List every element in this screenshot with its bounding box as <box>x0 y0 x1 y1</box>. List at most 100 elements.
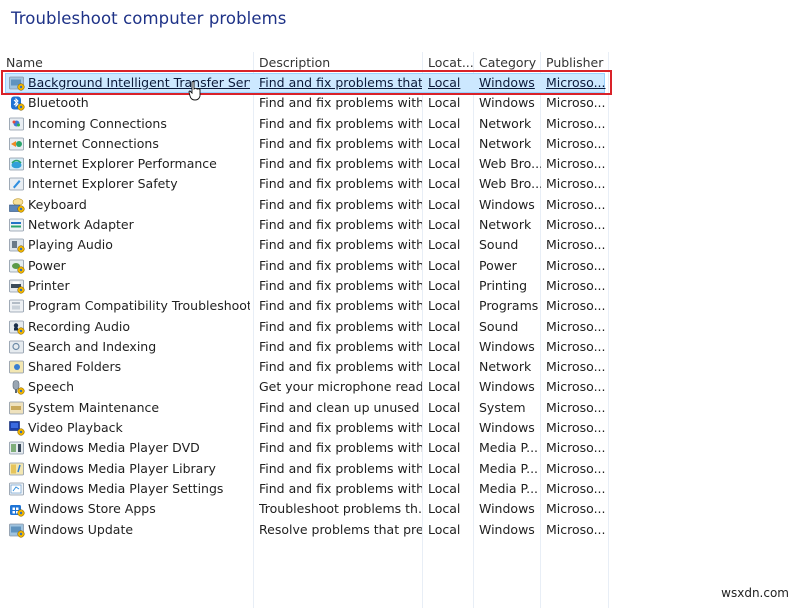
cell-name: Incoming Connections <box>28 115 167 131</box>
cell-name: Search and Indexing <box>28 338 157 354</box>
cell-location: Local <box>428 277 461 293</box>
cell-name: System Maintenance <box>28 399 160 415</box>
cell-location: Local <box>428 338 461 354</box>
cell-category: Media P... <box>479 440 539 456</box>
cell-category: Printing <box>479 277 528 293</box>
cell-publisher: Microso... <box>546 521 606 537</box>
table-row[interactable]: Playing Audio Find and fix problems with.… <box>0 235 610 255</box>
cell-name: Bluetooth <box>28 95 89 111</box>
column-header-name[interactable]: Name <box>6 55 43 70</box>
table-row[interactable]: Program Compatibility Troubleshooter Find… <box>0 296 610 316</box>
cell-description: Find and fix problems with... <box>259 176 422 192</box>
table-row[interactable]: System Maintenance Find and clean up unus… <box>0 398 610 418</box>
table-row[interactable]: Recording Audio Find and fix problems wit… <box>0 317 610 337</box>
table-row[interactable]: Internet Explorer Safety Find and fix pro… <box>0 174 610 194</box>
table-row[interactable]: Windows Media Player Library Find and fix… <box>0 459 610 479</box>
cell-location: Local <box>428 75 461 90</box>
table-row[interactable]: Windows Update Resolve problems that pre.… <box>0 520 610 540</box>
cell-name: Recording Audio <box>28 318 131 334</box>
cell-publisher: Microso... <box>546 298 606 314</box>
cell-description: Find and fix problems with... <box>259 338 422 354</box>
troubleshooter-list: Name Description Locat... Category Publi… <box>0 52 612 608</box>
table-row[interactable]: Incoming Connections Find and fix problem… <box>0 114 610 134</box>
table-row[interactable]: Search and Indexing Find and fix problems… <box>0 337 610 357</box>
cell-publisher: Microso... <box>546 156 606 172</box>
cell-description: Find and fix problems with... <box>259 257 422 273</box>
cell-category: Windows <box>479 95 535 111</box>
table-body: Background Intelligent Transfer Service F… <box>0 70 612 540</box>
program-compatibility-icon <box>9 299 25 314</box>
cell-publisher: Microso... <box>546 420 606 436</box>
wmp-settings-icon <box>9 482 25 497</box>
table-row[interactable]: Printer Find and fix problems with... Loca… <box>0 276 610 296</box>
cell-category: Web Bro... <box>479 176 541 192</box>
cell-description: Find and fix problems with... <box>259 277 422 293</box>
column-header-category[interactable]: Category <box>479 55 536 70</box>
cell-location: Local <box>428 135 461 151</box>
cell-description: Find and fix problems with... <box>259 480 422 496</box>
cell-category: Windows <box>479 196 535 212</box>
cell-location: Local <box>428 440 461 456</box>
cell-category: Windows <box>479 75 535 90</box>
windows-store-apps-icon <box>9 502 25 517</box>
cell-publisher: Microso... <box>546 399 606 415</box>
cell-location: Local <box>428 257 461 273</box>
table-row[interactable]: Power Find and fix problems with... Local P… <box>0 256 610 276</box>
table-row[interactable]: Internet Connections Find and fix problem… <box>0 134 610 154</box>
column-header-location[interactable]: Locat... <box>428 55 474 70</box>
cell-location: Local <box>428 379 461 395</box>
column-header-publisher[interactable]: Publisher <box>546 55 603 70</box>
cell-description: Resolve problems that pre... <box>259 521 422 537</box>
cell-name: Speech <box>28 379 75 395</box>
cell-location: Local <box>428 359 461 375</box>
cell-category: Network <box>479 359 532 375</box>
cell-description: Troubleshoot problems th... <box>259 501 422 517</box>
cell-category: Windows <box>479 420 535 436</box>
table-row[interactable]: Windows Store Apps Troubleshoot problems … <box>0 499 610 519</box>
cell-publisher: Microso... <box>546 95 606 111</box>
cell-description: Find and fix problems with... <box>259 318 422 334</box>
cell-location: Local <box>428 237 461 253</box>
cell-publisher: Microso... <box>546 217 606 233</box>
table-row[interactable]: Internet Explorer Performance Find and fi… <box>0 154 610 174</box>
table-row[interactable]: Keyboard Find and fix problems with... Loc… <box>0 195 610 215</box>
bluetooth-icon <box>9 96 25 111</box>
table-row[interactable]: Network Adapter Find and fix problems wit… <box>0 215 610 235</box>
incoming-connections-icon <box>9 117 25 132</box>
cell-location: Local <box>428 176 461 192</box>
cell-category: Windows <box>479 379 535 395</box>
table-row[interactable]: Windows Media Player DVD Find and fix pro… <box>0 438 610 458</box>
wmp-dvd-icon <box>9 441 25 456</box>
column-header-description[interactable]: Description <box>259 55 330 70</box>
cell-category: Network <box>479 115 532 131</box>
table-row[interactable]: Video Playback Find and fix problems with… <box>0 418 610 438</box>
cell-description: Find and fix problems with... <box>259 156 422 172</box>
cell-description: Get your microphone read... <box>259 379 422 395</box>
cell-publisher: Microso... <box>546 115 606 131</box>
cell-name: Network Adapter <box>28 217 134 233</box>
network-adapter-icon <box>9 218 25 233</box>
recording-audio-icon <box>9 320 25 335</box>
cell-location: Local <box>428 480 461 496</box>
table-row[interactable]: Windows Media Player Settings Find and fi… <box>0 479 610 499</box>
cell-location: Local <box>428 298 461 314</box>
cell-category: Windows <box>479 521 535 537</box>
hand-cursor-icon <box>188 81 201 101</box>
cell-publisher: Microso... <box>546 460 606 476</box>
cell-location: Local <box>428 501 461 517</box>
cell-category: Web Bro... <box>479 156 541 172</box>
table-row[interactable]: Speech Get your microphone read... Local Wi… <box>0 377 610 397</box>
cell-publisher: Microso... <box>546 176 606 192</box>
cell-name: Keyboard <box>28 196 87 212</box>
bits-transfer-icon <box>9 76 25 91</box>
cell-description: Find and fix problems with... <box>259 196 422 212</box>
table-row[interactable]: Shared Folders Find and fix problems with… <box>0 357 610 377</box>
system-maintenance-icon <box>9 401 25 416</box>
cell-name: Program Compatibility Troubleshooter <box>28 298 250 314</box>
cell-description: Find and fix problems with... <box>259 237 422 253</box>
cell-description: Find and fix problems with... <box>259 95 422 111</box>
table-row[interactable]: Bluetooth Find and fix problems with... Lo… <box>0 93 610 113</box>
printer-icon <box>9 279 25 294</box>
table-row[interactable]: Background Intelligent Transfer Service F… <box>0 70 612 95</box>
cell-name: Playing Audio <box>28 237 113 253</box>
